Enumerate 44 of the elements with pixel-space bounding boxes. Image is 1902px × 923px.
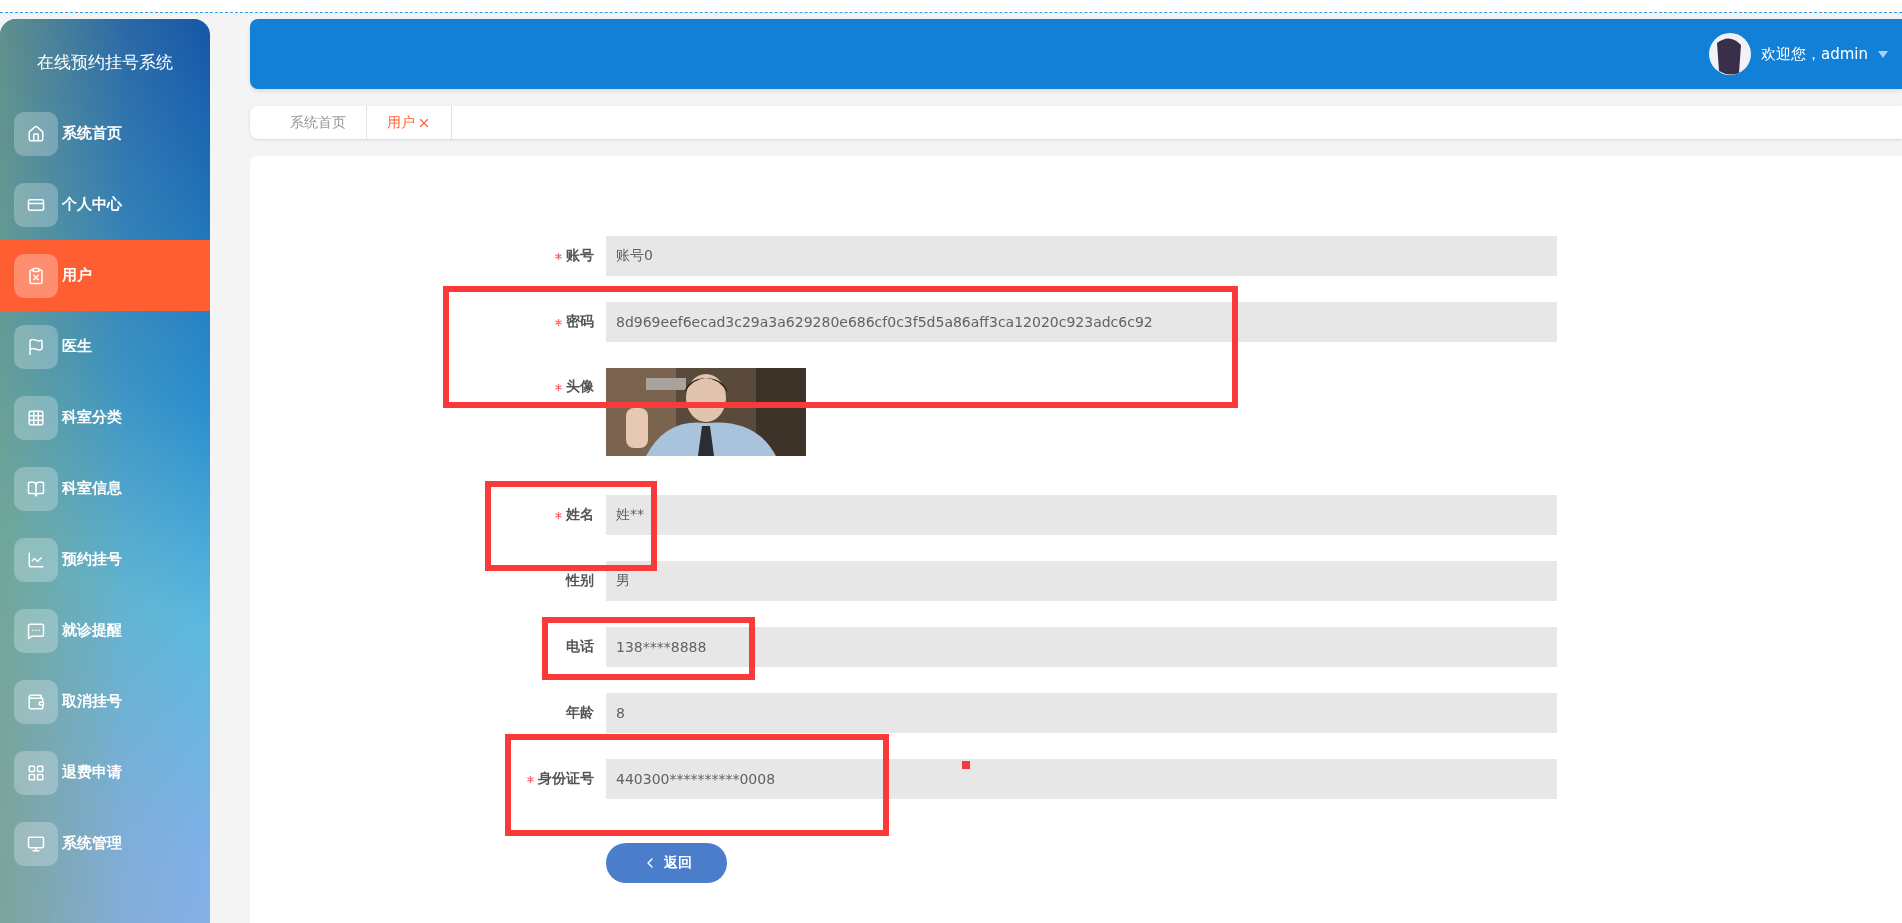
chat-icon <box>14 608 58 653</box>
field-label: 电话 <box>566 638 594 656</box>
tab[interactable]: 用户 <box>367 106 452 139</box>
clipboard-icon <box>14 253 58 298</box>
input-field[interactable]: 440300**********0008 <box>606 759 1557 799</box>
sidebar-item[interactable]: 科室分类 <box>0 382 210 453</box>
field-label: 头像 <box>566 378 594 396</box>
flag-icon <box>14 324 58 369</box>
sidebar-item[interactable]: 系统管理 <box>0 808 210 879</box>
home-icon <box>14 111 58 156</box>
grid-icon <box>14 750 58 795</box>
grid-icon <box>14 395 58 440</box>
card-icon <box>14 182 58 227</box>
monitor-icon <box>14 821 58 866</box>
tab[interactable]: 系统首页 <box>250 106 367 139</box>
book-icon <box>14 466 58 511</box>
sidebar-item[interactable]: 医生 <box>0 311 210 382</box>
sidebar-item[interactable]: 就诊提醒 <box>0 595 210 666</box>
field-label: 账号 <box>566 247 594 265</box>
chart-icon <box>14 537 58 582</box>
sidebar-item[interactable]: 个人中心 <box>0 169 210 240</box>
sidebar-item[interactable]: 科室信息 <box>0 453 210 524</box>
avatar[interactable] <box>1709 33 1751 75</box>
field-label: 身份证号 <box>538 770 594 788</box>
sidebar-item[interactable]: 取消挂号 <box>0 666 210 737</box>
input-field[interactable]: 138****8888 <box>606 627 1557 667</box>
sidebar-item[interactable]: 用户 <box>0 240 210 311</box>
field-label: 姓名 <box>566 506 594 524</box>
field-label: 密码 <box>566 313 594 331</box>
sidebar-item[interactable]: 预约挂号 <box>0 524 210 595</box>
app-title: 在线预约挂号系统 <box>37 51 173 74</box>
user-menu[interactable]: 欢迎您，admin <box>1761 44 1868 64</box>
input-field[interactable]: 姓** <box>606 495 1557 535</box>
input-field[interactable]: 8d969eef6ecad3c29a3a629280e686cf0c3f5d5a86aff3ca12020c923adc6c92 <box>606 302 1557 342</box>
caret-icon[interactable] <box>1878 50 1888 58</box>
wallet-icon <box>14 679 58 724</box>
field-label: 年龄 <box>566 704 594 722</box>
sidebar-item[interactable]: 退费申请 <box>0 737 210 808</box>
input-field[interactable]: 8 <box>606 693 1557 733</box>
back-button[interactable]: 返回 <box>606 843 727 883</box>
input-field[interactable]: 男 <box>606 561 1557 601</box>
field-label: 性别 <box>566 572 594 590</box>
input-field[interactable]: 账号0 <box>606 236 1557 276</box>
sidebar-item[interactable]: 系统首页 <box>0 98 210 169</box>
